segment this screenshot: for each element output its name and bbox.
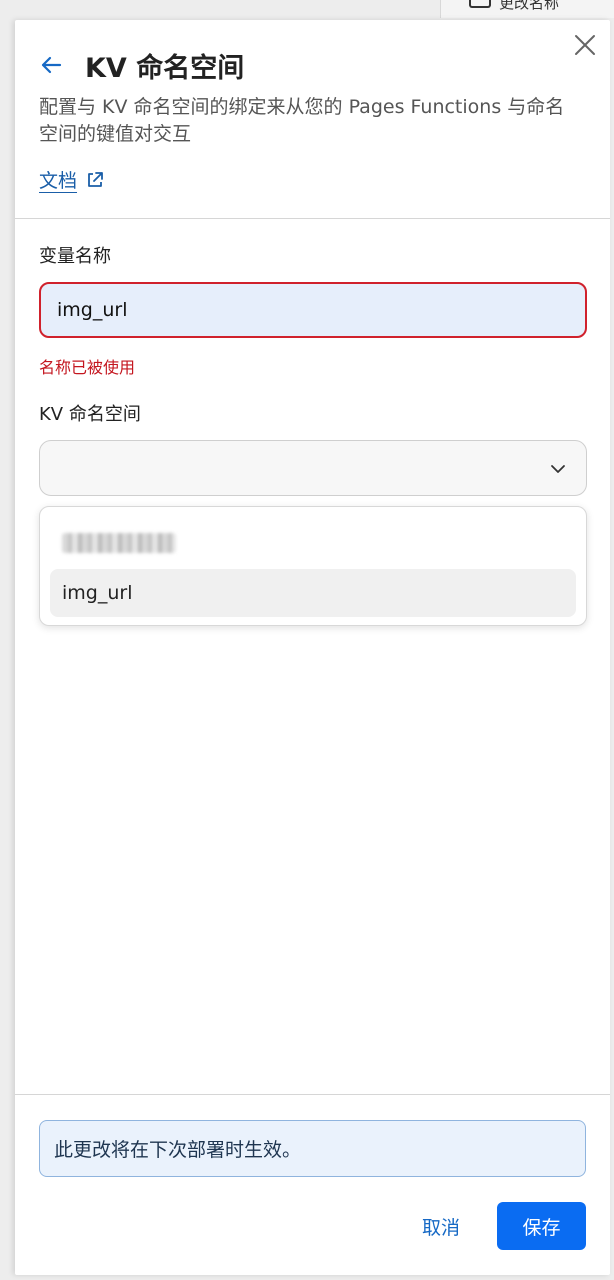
kv-namespace-label: KV 命名空间 — [39, 404, 141, 425]
variable-name-error: 名称已被使用 — [39, 358, 136, 377]
dropdown-option-img-url[interactable]: img_url — [50, 569, 576, 617]
variable-name-input[interactable]: img_url — [39, 282, 587, 338]
save-button[interactable]: 保存 — [497, 1202, 586, 1250]
panel-description: 配置与 KV 命名空间的绑定来从您的 Pages Functions 与命名空间… — [39, 96, 565, 145]
deploy-notice: 此更改将在下次部署时生效。 — [39, 1120, 586, 1177]
variable-name-label: 变量名称 — [39, 246, 111, 267]
binding-form: 变量名称 img_url 名称已被使用 KV 命名空间 img_url — [39, 242, 587, 626]
footer-divider — [15, 1094, 610, 1095]
deploy-notice-text: 此更改将在下次部署时生效。 — [54, 1139, 302, 1161]
dropdown-option-label: img_url — [62, 582, 133, 604]
dropdown-option-redacted[interactable] — [50, 517, 576, 569]
top-right-action[interactable]: 更改名称 — [499, 0, 559, 13]
close-icon[interactable] — [572, 32, 598, 58]
back-arrow-icon[interactable] — [39, 51, 67, 79]
kv-namespace-select[interactable] — [39, 440, 587, 496]
cancel-button[interactable]: 取消 — [405, 1202, 477, 1250]
redacted-namespace-name — [62, 533, 176, 553]
kv-namespace-dropdown: img_url — [39, 506, 587, 626]
panel-header: KV 命名空间 配置与 KV 命名空间的绑定来从您的 Pages Functio… — [39, 48, 570, 193]
docs-link[interactable]: 文档 — [39, 166, 77, 193]
header-divider — [15, 218, 610, 219]
kv-binding-panel: KV 命名空间 配置与 KV 命名空间的绑定来从您的 Pages Functio… — [15, 20, 610, 1275]
edit-icon — [469, 0, 491, 8]
external-link-icon[interactable] — [85, 170, 105, 190]
chevron-down-icon — [548, 459, 568, 479]
top-right-toolbar: 更改名称 — [440, 0, 614, 18]
page-title: KV 命名空间 — [85, 52, 245, 84]
variable-name-value: img_url — [57, 299, 128, 321]
